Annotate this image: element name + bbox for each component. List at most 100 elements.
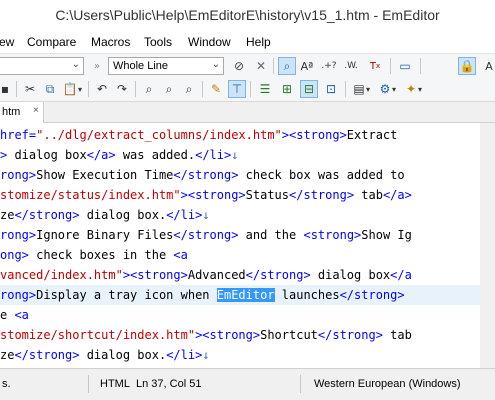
menu-view[interactable]: ew — [0, 35, 14, 49]
redo-icon[interactable]: ↷ — [113, 80, 131, 98]
code-line[interactable]: ze</strong> dialog box.</li>↓ — [0, 205, 210, 225]
code-token: was added. — [115, 148, 196, 162]
code-token: ↓ — [202, 348, 210, 362]
code-line[interactable]: rong>Show Execution Time</strong> check … — [0, 165, 412, 185]
text-editor[interactable]: href="../dlg/extract_columns/index.htm">… — [0, 123, 495, 368]
clear-search-icon[interactable]: ⊘ — [230, 57, 248, 75]
menu-bar: ew Compare Macros Tools Window Help — [0, 31, 495, 53]
code-token: dialog box — [310, 268, 391, 282]
menu-macros[interactable]: Macros — [91, 35, 130, 49]
vertical-scrollbar[interactable] — [480, 123, 495, 368]
find-next-icon[interactable]: ⌕ — [160, 80, 178, 98]
list-icon[interactable]: ☰ — [256, 80, 274, 98]
code-line[interactable]: vanced/index.htm"><strong>Advanced</stro… — [0, 265, 412, 285]
selected-text: EmEditor — [216, 288, 275, 302]
code-token: > — [0, 148, 15, 162]
undo-icon[interactable]: ↶ — [93, 80, 111, 98]
close-search-icon[interactable]: ✕ — [252, 57, 270, 75]
code-token: launches — [274, 288, 340, 302]
code-token: dialog box. — [79, 208, 167, 222]
chevron-down-icon[interactable]: ▾ — [390, 80, 398, 98]
code-token: ↓ — [202, 208, 210, 222]
status-bar: s. HTML Ln 37, Col 51 Western European (… — [0, 368, 495, 400]
code-token: Status — [245, 188, 290, 202]
toolbar-separator — [202, 81, 203, 97]
code-line[interactable]: stomize/shortcut/index.htm"><strong>Shor… — [0, 325, 412, 345]
code-token: e — [0, 308, 15, 322]
menu-compare[interactable]: Compare — [27, 35, 76, 49]
search-combo[interactable]: ⌄ — [0, 57, 84, 75]
status-encoding[interactable]: Western European (Windows) — [314, 378, 461, 390]
code-token: </li> — [166, 208, 203, 222]
close-icon[interactable]: × — [33, 105, 39, 116]
compare-icon[interactable]: ⊟ — [300, 80, 318, 98]
menu-tools[interactable]: Tools — [144, 35, 172, 49]
code-token: dialog box. — [79, 348, 167, 362]
regex-icon[interactable]: .+? — [320, 57, 338, 75]
code-token: Ignore Binary Files — [36, 228, 174, 242]
menu-window[interactable]: Window — [188, 35, 231, 49]
code-line[interactable]: stomize/status/index.htm"><strong>Status… — [0, 185, 412, 205]
save-icon[interactable]: ▪ — [0, 80, 14, 98]
code-token: rong> — [0, 228, 37, 242]
lock-icon[interactable]: 🔒 — [458, 57, 476, 75]
code-token: </strong> — [289, 188, 355, 202]
code-line[interactable]: > dialog box</a> was added.</li>↓ — [0, 145, 238, 165]
search-scope-value: Whole Line — [113, 60, 169, 72]
code-line[interactable]: ze</strong> dialog box.</li>↓ — [0, 345, 210, 365]
code-token: </strong> — [173, 228, 239, 242]
panel-icon[interactable]: ▭ — [396, 57, 414, 75]
code-token: </a> — [382, 188, 412, 202]
split-window-icon[interactable]: ⊡ — [322, 80, 340, 98]
chevron-down-icon[interactable]: ⌄ — [212, 59, 220, 70]
code-line[interactable]: ong> check boxes in the <a — [0, 245, 188, 265]
code-token: tab — [382, 328, 412, 342]
search-scope-combo[interactable]: Whole Line ⌄ — [108, 57, 224, 75]
code-token: check boxes in the — [28, 248, 174, 262]
chevron-down-icon[interactable]: ▾ — [416, 80, 424, 98]
code-token: ↓ — [231, 148, 239, 162]
tab-document[interactable]: htm × — [0, 102, 44, 123]
code-line[interactable]: rong>Ignore Binary Files</strong> and th… — [0, 225, 412, 245]
more-chevron-icon[interactable]: » — [88, 57, 106, 75]
highlight-icon[interactable]: ✎ — [207, 80, 225, 98]
menu-help[interactable]: Help — [246, 35, 271, 49]
chevron-down-icon[interactable]: ⌄ — [72, 59, 80, 70]
filter-icon[interactable]: ⊤ — [228, 80, 246, 98]
font-icon[interactable]: A — [480, 57, 495, 75]
status-divider — [88, 375, 89, 393]
code-token: </strong> — [14, 348, 80, 362]
status-position[interactable]: Ln 37, Col 51 — [136, 378, 201, 390]
clear-highlight-icon[interactable]: Tx — [366, 57, 384, 75]
code-line[interactable]: rong>Display a tray icon when EmEditor l… — [0, 285, 495, 305]
chevron-down-icon[interactable]: ▾ — [364, 80, 372, 98]
code-token: </li> — [166, 348, 203, 362]
code-token: href= — [0, 128, 37, 142]
code-line[interactable]: e <a — [0, 305, 29, 325]
code-token: Advanced — [187, 268, 246, 282]
code-token: rong> — [0, 288, 37, 302]
code-token: </li> — [195, 148, 232, 162]
code-token: </strong> — [14, 208, 80, 222]
status-mode[interactable]: HTML — [100, 378, 130, 390]
search-icon[interactable]: ⌕ — [278, 57, 296, 75]
find-icon[interactable]: ⌕ — [140, 80, 158, 98]
code-token: ><strong> — [281, 128, 347, 142]
code-token: "../dlg/extract_columns/index.htm" — [36, 128, 282, 142]
code-token: dialog box — [14, 148, 87, 162]
match-case-icon[interactable]: Aª — [298, 57, 316, 75]
sync-scroll-icon[interactable]: ⊞ — [278, 80, 296, 98]
toolbar-separator — [273, 58, 274, 74]
code-token: </strong> — [339, 288, 412, 302]
title-bar[interactable]: C:\Users\Public\Help\EmEditorE\history\v… — [0, 0, 495, 31]
code-token: ze — [0, 208, 15, 222]
cut-icon[interactable]: ✂ — [21, 80, 39, 98]
whole-word-icon[interactable]: .W. — [342, 57, 360, 75]
copy-icon[interactable]: ⧉ — [41, 80, 59, 98]
find-previous-icon[interactable]: ⌕ — [180, 80, 198, 98]
code-line[interactable]: href="../dlg/extract_columns/index.htm">… — [0, 125, 405, 145]
chevron-down-icon[interactable]: ▾ — [76, 80, 84, 98]
code-token: stomize/shortcut/index.htm" — [0, 328, 196, 342]
code-token: tab — [354, 188, 383, 202]
code-token: stomize/status/index.htm" — [0, 188, 181, 202]
